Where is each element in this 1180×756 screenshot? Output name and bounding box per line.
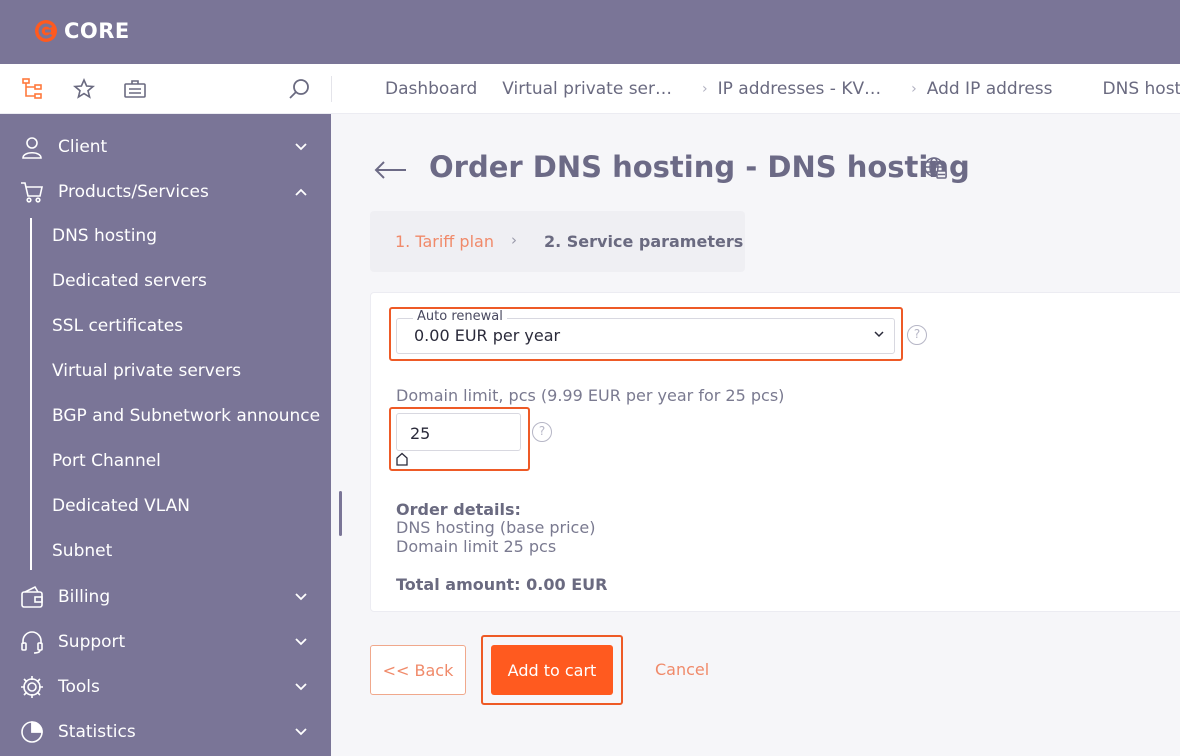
sidebar-item-label: Tools bbox=[58, 676, 100, 697]
logo[interactable]: CORE bbox=[34, 19, 130, 43]
sidebar-subitem-dedicated-servers[interactable]: Dedicated servers bbox=[52, 259, 207, 304]
chevron-down-icon bbox=[295, 592, 307, 600]
tree-structure-icon[interactable] bbox=[21, 77, 45, 101]
headset-icon bbox=[21, 630, 43, 654]
sidebar-item-label: Support bbox=[58, 631, 126, 652]
sidebar-subitem-virtual-private-servers[interactable]: Virtual private servers bbox=[52, 349, 241, 394]
cart-icon bbox=[21, 181, 43, 203]
auto-renewal-label: Auto renewal bbox=[413, 309, 507, 324]
sidebar-item-products-services[interactable]: Products/Services bbox=[0, 169, 331, 214]
gear-icon bbox=[21, 675, 43, 698]
breadcrumb: Dashboard Virtual private ser… › IP addr… bbox=[385, 64, 1180, 114]
search-icon[interactable] bbox=[287, 77, 311, 101]
app-name: CORE bbox=[64, 19, 130, 43]
chevron-down-icon bbox=[295, 142, 307, 150]
sidebar-item-label: Statistics bbox=[58, 721, 136, 742]
auto-renewal-value[interactable]: 0.00 EUR per year bbox=[414, 326, 560, 345]
step-service-parameters: 2. Service parameters bbox=[544, 232, 744, 251]
domain-limit-help-icon[interactable]: ? bbox=[532, 422, 552, 442]
chevron-down-icon[interactable] bbox=[873, 328, 885, 340]
domain-limit-value[interactable]: 25 bbox=[410, 424, 430, 443]
client-icon bbox=[22, 136, 42, 159]
total-amount: Total amount: 0.00 EUR bbox=[396, 575, 608, 594]
back-arrow-icon[interactable] bbox=[372, 155, 408, 185]
sidebar-item-support[interactable]: Support bbox=[0, 619, 331, 664]
breadcrumb-item[interactable]: Add IP address bbox=[927, 79, 1053, 99]
back-button[interactable]: << Back bbox=[370, 645, 466, 695]
sidebar-subitem-port-channel[interactable]: Port Channel bbox=[52, 439, 161, 484]
toolbar: Dashboard Virtual private ser… › IP addr… bbox=[0, 64, 1180, 114]
sidebar-resize-handle[interactable] bbox=[339, 491, 342, 536]
chevron-right-icon: › bbox=[911, 81, 917, 97]
sidebar-subitem-dns-hosting[interactable]: DNS hosting bbox=[52, 214, 157, 259]
sidebar-subitem-ssl-certificates[interactable]: SSL certificates bbox=[52, 304, 183, 349]
logo-icon bbox=[35, 20, 57, 42]
add-to-cart-button[interactable]: Add to cart bbox=[491, 645, 613, 695]
submenu-line bbox=[30, 218, 32, 570]
chevron-up-icon bbox=[295, 188, 307, 196]
sidebar-item-client[interactable]: Client bbox=[0, 124, 331, 169]
top-bar: CORE bbox=[0, 0, 1180, 64]
breadcrumb-item[interactable]: IP addresses - KV… bbox=[718, 79, 882, 99]
domain-limit-label: Domain limit, pcs (9.99 EUR per year for… bbox=[396, 386, 785, 405]
star-icon[interactable] bbox=[72, 77, 96, 101]
sidebar-item-label: Client bbox=[58, 136, 108, 157]
sidebar-subitem-subnet[interactable]: Subnet bbox=[52, 529, 112, 574]
sidebar: Client Products/Services DNS hosting Ded… bbox=[0, 114, 331, 756]
auto-renewal-help-icon[interactable]: ? bbox=[907, 325, 927, 345]
breadcrumb-item[interactable]: Virtual private ser… bbox=[502, 79, 672, 99]
page-title: Order DNS hosting - DNS hosting bbox=[429, 150, 970, 184]
sidebar-item-billing[interactable]: Billing bbox=[0, 574, 331, 619]
slider-handle-icon[interactable] bbox=[395, 452, 409, 466]
briefcase-icon[interactable] bbox=[123, 77, 147, 101]
breadcrumb-item[interactable]: Dashboard bbox=[385, 79, 477, 99]
chevron-right-icon: › bbox=[702, 81, 708, 97]
toolbar-divider bbox=[331, 76, 332, 102]
order-details-line: Domain limit 25 pcs bbox=[396, 537, 557, 556]
sidebar-item-label: Products/Services bbox=[58, 181, 209, 202]
sidebar-item-label: Billing bbox=[58, 586, 111, 607]
sidebar-subitem-dedicated-vlan[interactable]: Dedicated VLAN bbox=[52, 484, 190, 529]
step-tariff-plan[interactable]: 1. Tariff plan bbox=[395, 232, 494, 251]
cancel-button[interactable]: Cancel bbox=[655, 660, 709, 679]
globe-icon[interactable] bbox=[923, 156, 947, 180]
chevron-right-icon: › bbox=[511, 231, 517, 249]
order-steps: 1. Tariff plan › 2. Service parameters bbox=[370, 211, 745, 272]
chevron-down-icon bbox=[295, 727, 307, 735]
chevron-down-icon bbox=[295, 682, 307, 690]
sidebar-item-tools[interactable]: Tools bbox=[0, 664, 331, 709]
sidebar-item-statistics[interactable]: Statistics bbox=[0, 709, 331, 754]
pie-chart-icon bbox=[21, 720, 43, 743]
sidebar-subitem-bgp[interactable]: BGP and Subnetwork announce bbox=[52, 394, 320, 439]
order-details-line: DNS hosting (base price) bbox=[396, 518, 596, 537]
breadcrumb-item[interactable]: DNS hosting bbox=[1103, 79, 1180, 99]
order-details-title: Order details: bbox=[396, 500, 521, 519]
chevron-down-icon bbox=[295, 637, 307, 645]
wallet-icon bbox=[21, 585, 43, 608]
